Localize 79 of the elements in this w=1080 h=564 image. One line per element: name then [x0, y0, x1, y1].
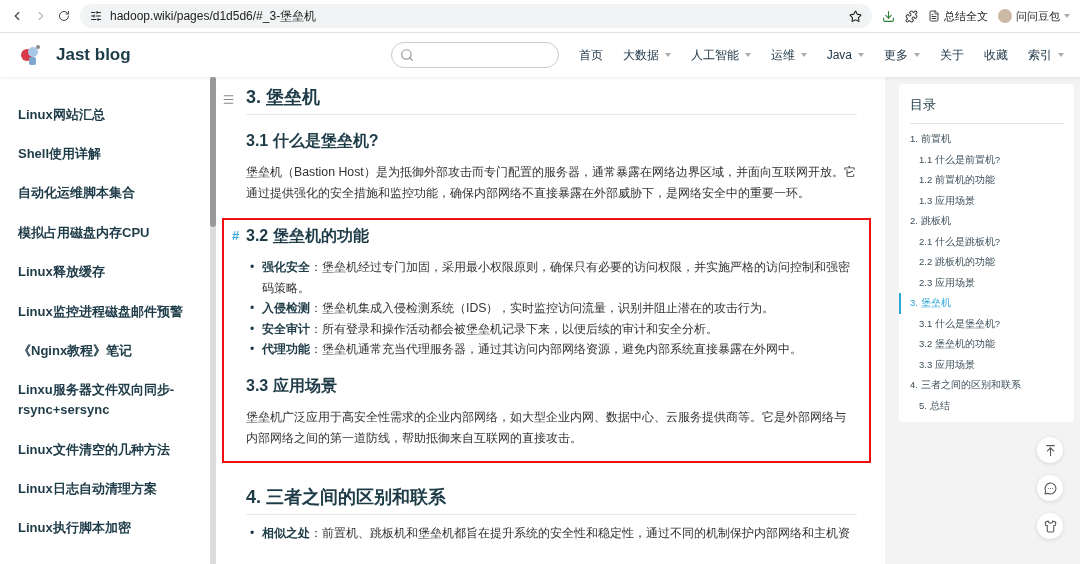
theme-button[interactable]: [1037, 513, 1063, 539]
comment-button[interactable]: [1037, 475, 1063, 501]
toc-item[interactable]: 3.1 什么是堡垒机?: [899, 313, 1064, 334]
subsection-heading: 3.2 堡垒机的功能: [246, 227, 369, 244]
document-icon: [928, 10, 940, 22]
address-bar[interactable]: hadoop.wiki/pages/d1d5d6/#_3-堡垒机: [80, 4, 872, 28]
sidebar-item[interactable]: Linux监控进程磁盘邮件预警: [18, 291, 188, 332]
bookmark-star-icon[interactable]: [849, 9, 862, 23]
list-item: 相似之处：前置机、跳板机和堡垒机都旨在提升系统的安全性和稳定性，通过不同的机制保护内部网络和主机资: [262, 524, 850, 542]
toc-item[interactable]: 2.2 跳板机的功能: [899, 252, 1064, 273]
scrollbar[interactable]: [210, 77, 216, 564]
nav-item[interactable]: 运维: [770, 46, 795, 64]
nav-item[interactable]: 更多: [884, 46, 908, 64]
summary-button[interactable]: 总结全文: [944, 8, 988, 24]
avatar-icon: [998, 9, 1012, 23]
nav-item[interactable]: 首页: [578, 46, 603, 64]
sidebar-item[interactable]: Linux日志自动清理方案: [18, 469, 188, 509]
menu-icon[interactable]: [222, 93, 235, 106]
section-heading: 4. 三者之间的区别和联系: [246, 476, 857, 515]
toc-title: 目录: [910, 96, 1064, 124]
section-heading: 3. 堡垒机: [246, 77, 857, 115]
paragraph: 堡垒机（Bastion Host）是为抵御外部攻击而专门配置的服务器，通常暴露在网络边界区域，并面向互联网开放。它通过提供强化的安全措施和监控功能，确保内部网络不直接暴露在外部威胁下，是网络安全中的重要一环。: [246, 164, 857, 202]
list-item: 强化安全：堡垒机经过专门加固，采用最小权限原则，确保只有必要的访问权限，并实施严格的访问控制和强密码策略。: [262, 259, 851, 297]
list-item: 安全审计：所有登录和操作活动都会被堡垒机记录下来，以便后续的审计和安全分析。: [262, 320, 718, 338]
subsection-heading: 3.3 应用场景: [246, 376, 337, 394]
list-item: 入侵检测：堡垒机集成入侵检测系统（IDS），实时监控访问流量，识别并阻止潜在的攻击行为。: [262, 300, 775, 317]
toc-item[interactable]: 2.3 应用场景: [899, 272, 1064, 293]
url-text: hadoop.wiki/pages/d1d5d6/#_3-堡垒机: [110, 7, 317, 25]
toc-item[interactable]: 1. 前置机: [899, 129, 1064, 150]
sidebar-item[interactable]: Shell使用详解: [18, 134, 188, 174]
sidebar-item[interactable]: 自动化运维脚本集合: [18, 173, 188, 214]
toc-item[interactable]: 2.1 什么是跳板机?: [899, 231, 1064, 252]
caret-icon: [1058, 53, 1064, 57]
toc-item[interactable]: 2. 跳板机: [899, 211, 1064, 232]
toc-item[interactable]: 4. 三者之间的区别和联系: [899, 375, 1064, 396]
site-title[interactable]: Jast blog: [56, 45, 131, 65]
caret-icon: [800, 53, 807, 57]
caret-icon: [914, 53, 920, 57]
bullet: •: [250, 259, 256, 276]
nav-item[interactable]: Java: [826, 48, 852, 62]
caret-icon: [1064, 14, 1070, 18]
nav-item[interactable]: 人工智能: [690, 46, 739, 64]
sidebar-item[interactable]: Linux执行脚本加密: [18, 508, 188, 549]
paragraph: 堡垒机广泛应用于高安全性需求的企业内部网络，如大型企业内网、数据中心、云服务提供商等。它是外部网络与内部网络之间的第一道防线，帮助抵御来自互联网的直接攻击。: [246, 408, 847, 447]
nav-item[interactable]: 收藏: [984, 46, 1008, 64]
site-settings-icon[interactable]: [90, 10, 102, 22]
nav-item[interactable]: 索引: [1028, 46, 1052, 64]
profile-name[interactable]: 问问豆包: [1016, 8, 1060, 24]
caret-icon: [858, 53, 864, 57]
arrow-up-icon: [1043, 443, 1057, 457]
sidebar-item[interactable]: 模拟占用磁盘内存CPU: [18, 213, 188, 253]
back-to-top-button[interactable]: [1037, 437, 1063, 463]
nav-item[interactable]: 关于: [940, 46, 964, 64]
toc-item[interactable]: 1.1 什么是前置机?: [899, 149, 1064, 170]
caret-icon: [664, 53, 671, 57]
chat-bubble-icon: [1043, 481, 1057, 495]
reload-icon[interactable]: [58, 10, 70, 22]
extensions-icon[interactable]: [905, 9, 918, 23]
nav-item[interactable]: 大数据: [622, 46, 659, 64]
subsection-heading: 3.1 什么是堡垒机?: [246, 132, 379, 149]
sidebar-item[interactable]: Linux释放缓存: [18, 252, 188, 292]
sidebar-item[interactable]: Linux文件清空的几种方法: [18, 430, 188, 470]
bullet: •: [250, 524, 256, 542]
toc-item[interactable]: 5. 总结: [899, 395, 1064, 416]
caret-icon: [744, 53, 751, 57]
download-icon[interactable]: [882, 9, 895, 23]
toc-item[interactable]: 1.3 应用场景: [899, 190, 1064, 211]
toc-item[interactable]: 1.2 前置机的功能: [899, 170, 1064, 191]
bullet: •: [250, 320, 256, 338]
shirt-icon: [1043, 519, 1057, 533]
sidebar-item[interactable]: 《Nginx教程》笔记: [18, 331, 188, 371]
bullet: •: [250, 341, 256, 358]
bullet: •: [250, 300, 256, 317]
sidebar-item[interactable]: Linux网站汇总: [18, 95, 188, 135]
toc-item[interactable]: 3.2 堡垒机的功能: [899, 334, 1064, 355]
list-item: 代理功能：堡垒机通常充当代理服务器，通过其访问内部网络资源，避免内部系统直接暴露在外网中。: [262, 341, 802, 358]
search-icon: [399, 48, 414, 62]
sidebar-item[interactable]: Linxu服务器文件双向同步-rsync+sersync: [18, 370, 188, 430]
toc-item[interactable]: 3.3 应用场景: [899, 354, 1064, 375]
